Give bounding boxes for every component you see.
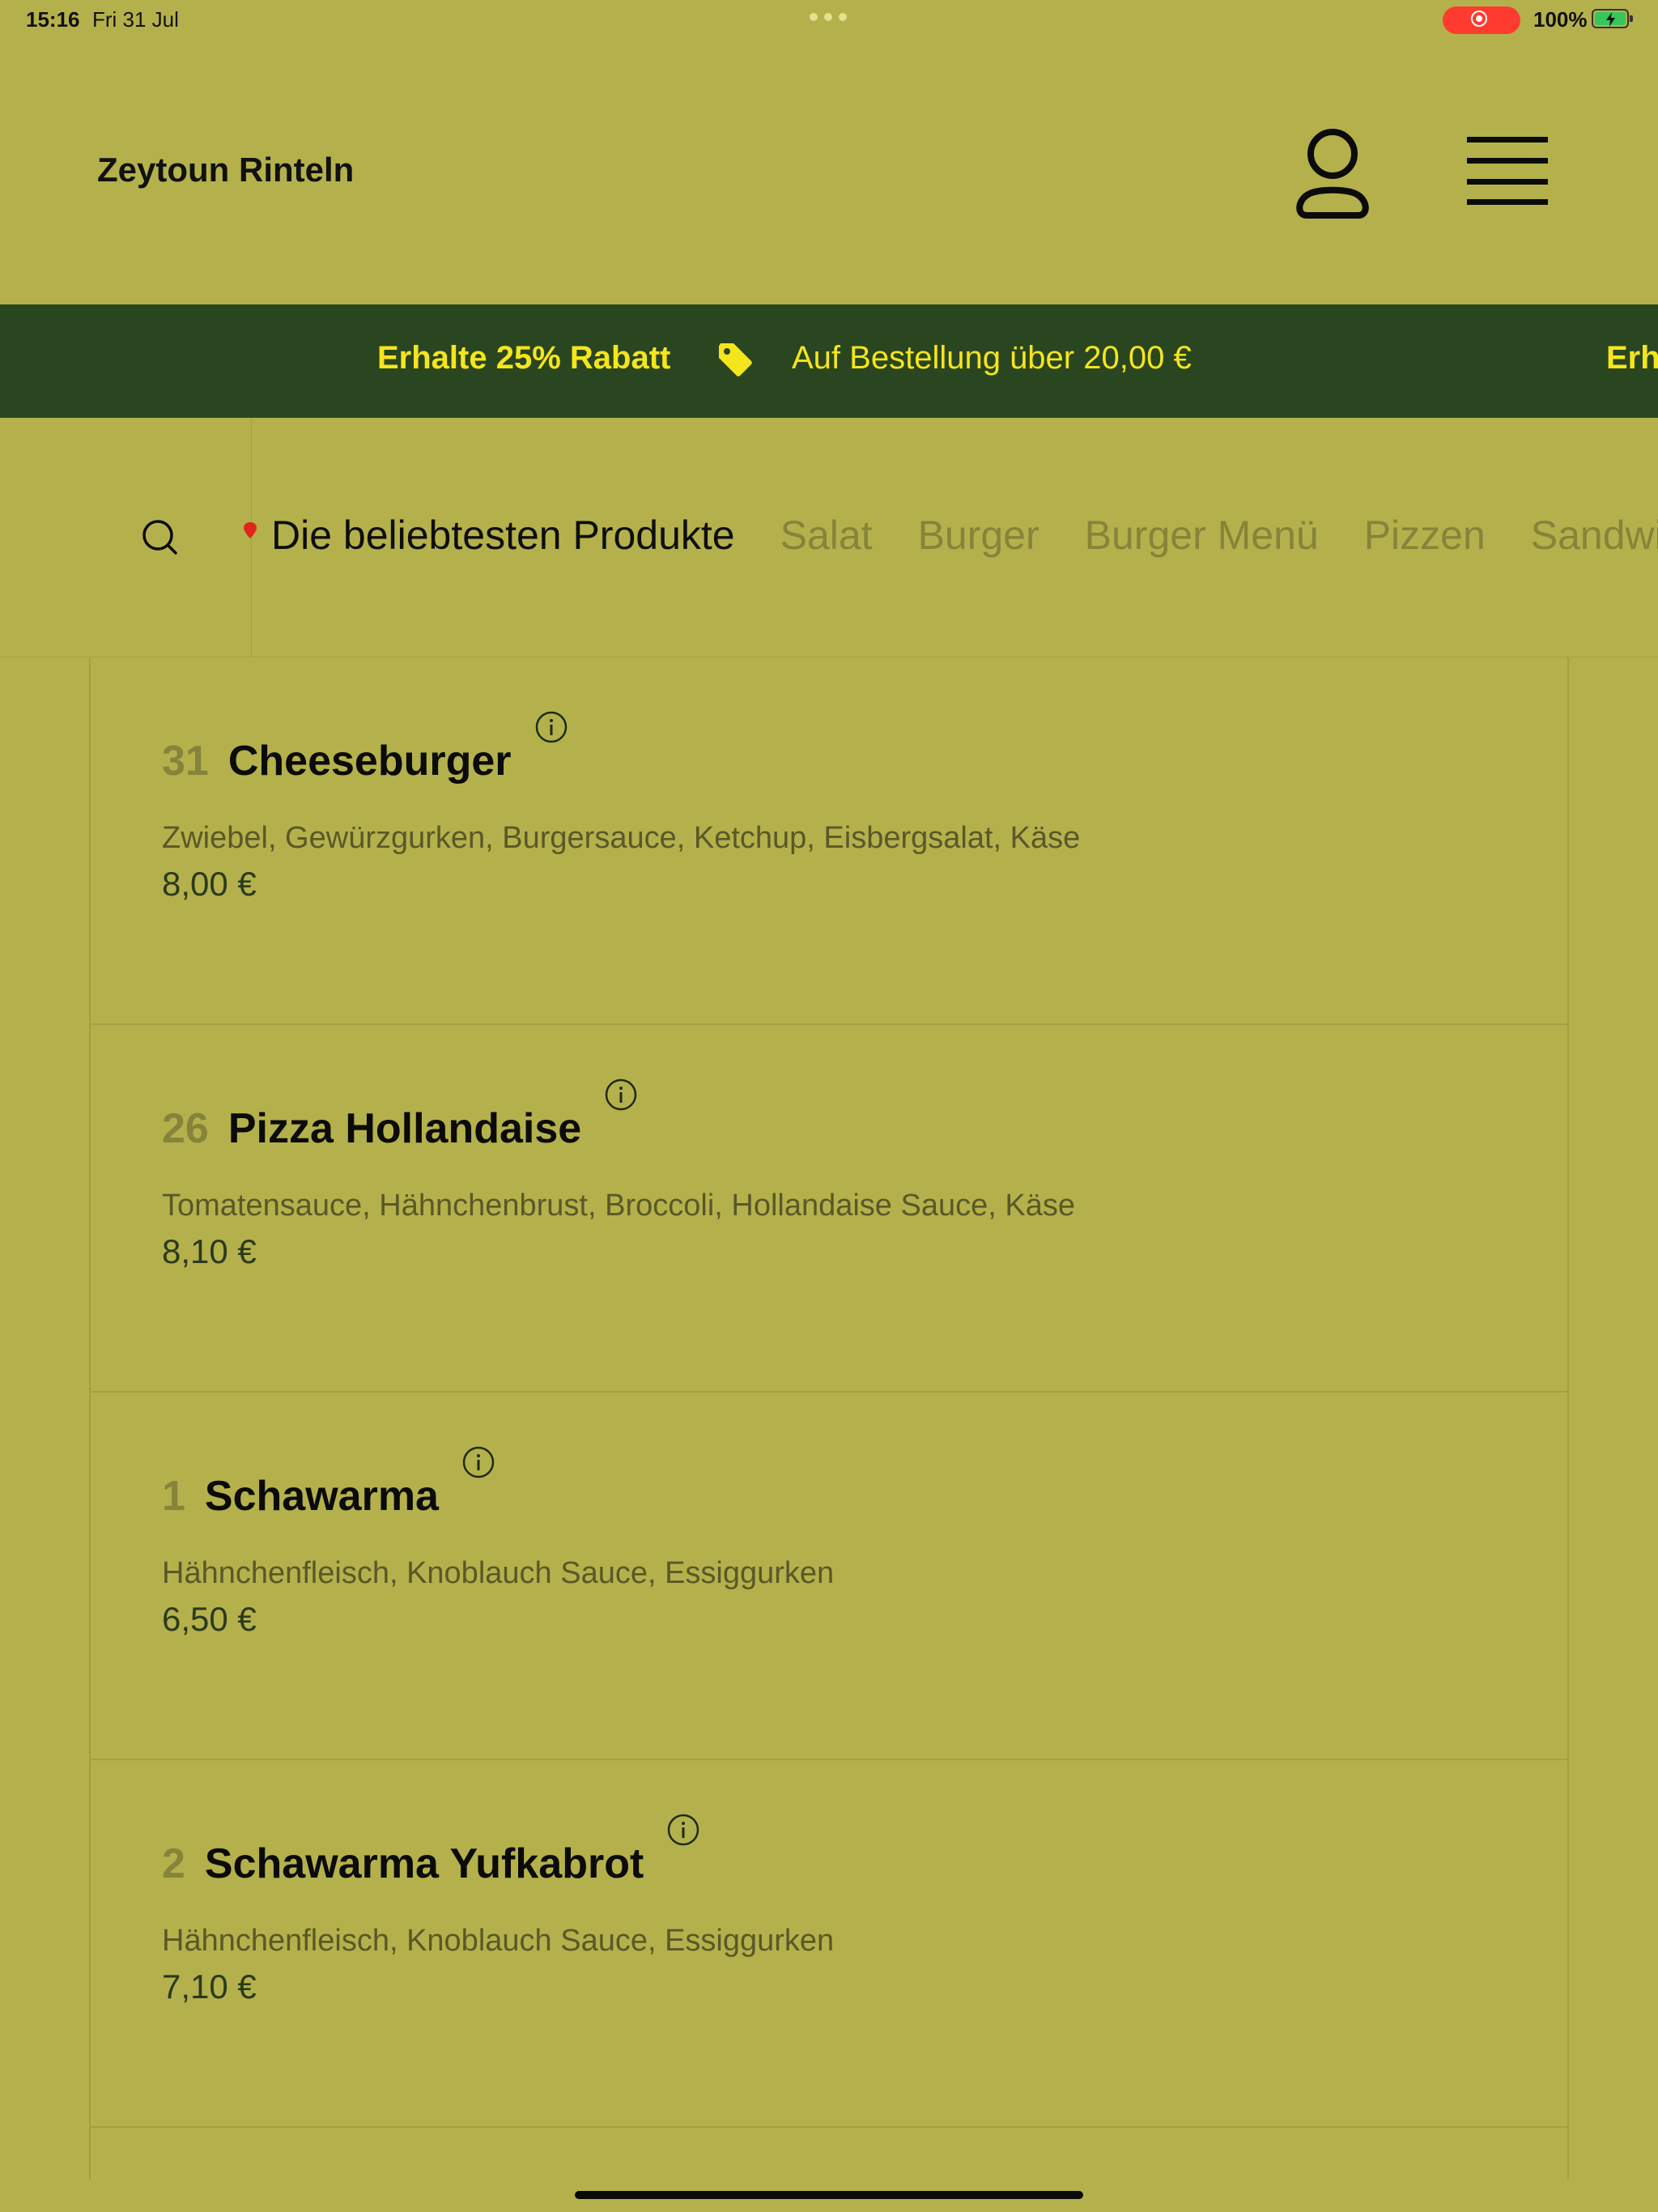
status-bar: 15:16 Fri 31 Jul 100% xyxy=(0,0,1658,39)
promo-text: Auf Bestellung über 20,00 € xyxy=(792,340,1192,376)
battery-icon xyxy=(1592,9,1633,28)
product-name: Schawarma Yufkabrot xyxy=(204,1840,644,1887)
search-icon[interactable] xyxy=(141,518,178,555)
product-item[interactable]: 1 Schawarma Hähnchenfleisch, Knoblauch S… xyxy=(91,1393,1567,1760)
product-description: Hähnchenfleisch, Knoblauch Sauce, Essigg… xyxy=(162,1556,835,1590)
tab-pizzen[interactable]: Pizzen xyxy=(1364,512,1486,559)
product-number: 1 xyxy=(162,1473,185,1520)
tab-burger-menu[interactable]: Burger Menü xyxy=(1085,512,1319,559)
product-name: Pizza Hollandaise xyxy=(227,1105,582,1152)
product-price: 8,00 € xyxy=(162,865,257,903)
product-header: 2 Schawarma Yufkabrot xyxy=(162,1814,700,1888)
brand-name[interactable]: Zeytoun Rinteln xyxy=(97,151,354,189)
info-icon[interactable] xyxy=(461,1445,495,1479)
product-item[interactable]: 31 Cheeseburger Zwiebel, Gewürzgurken, B… xyxy=(91,657,1567,1025)
product-price: 6,50 € xyxy=(162,1600,257,1638)
product-description: Tomatensauce, Hähnchenbrust, Broccoli, H… xyxy=(162,1189,1075,1223)
battery-percent: 100% xyxy=(1533,7,1588,32)
location-pin-icon xyxy=(244,522,257,538)
info-icon[interactable] xyxy=(534,710,568,744)
product-list: 31 Cheeseburger Zwiebel, Gewürzgurken, B… xyxy=(89,657,1569,2180)
status-time: 15:16 xyxy=(26,7,80,32)
status-date: Fri 31 Jul xyxy=(92,7,179,32)
product-price: 8,10 € xyxy=(162,1232,257,1270)
charging-bolt-icon xyxy=(1606,12,1615,27)
product-header: 26 Pizza Hollandaise xyxy=(162,1078,638,1153)
tab-salat[interactable]: Salat xyxy=(780,512,873,559)
info-icon[interactable] xyxy=(666,1813,700,1847)
product-item[interactable]: 2 Schawarma Yufkabrot Hähnchenfleisch, K… xyxy=(91,1760,1567,2128)
multitasking-dots-icon[interactable] xyxy=(810,13,847,21)
info-icon[interactable] xyxy=(604,1078,638,1112)
product-description: Zwiebel, Gewürzgurken, Burgersauce, Ketc… xyxy=(162,821,1081,855)
category-tabs: Die beliebtesten Produkte Salat Burger B… xyxy=(271,512,1658,559)
category-bar: Die beliebtesten Produkte Salat Burger B… xyxy=(0,418,1658,657)
home-indicator[interactable] xyxy=(575,2191,1083,2199)
tab-burger[interactable]: Burger xyxy=(918,512,1039,559)
hamburger-menu-icon[interactable] xyxy=(1467,134,1548,207)
product-item[interactable]: 26 Pizza Hollandaise Tomatensauce, Hähnc… xyxy=(91,1025,1567,1393)
tag-icon xyxy=(719,343,752,376)
promo-title-repeat: Erh xyxy=(1606,340,1658,376)
promo-banner: Erhalte 25% Rabatt Auf Bestellung über 2… xyxy=(0,304,1658,418)
product-number: 2 xyxy=(162,1840,185,1887)
product-name: Schawarma xyxy=(204,1473,439,1520)
product-header: 31 Cheeseburger xyxy=(162,711,568,785)
header: Zeytoun Rinteln xyxy=(0,39,1658,304)
product-number: 26 xyxy=(162,1105,209,1152)
promo-title: Erhalte 25% Rabatt xyxy=(377,340,671,376)
product-price: 7,10 € xyxy=(162,1967,257,2006)
product-description: Hähnchenfleisch, Knoblauch Sauce, Essigg… xyxy=(162,1924,835,1958)
tab-sandwiches[interactable]: Sandwiches xyxy=(1531,512,1658,559)
product-name: Cheeseburger xyxy=(227,738,512,785)
product-number: 31 xyxy=(162,738,209,785)
product-header: 1 Schawarma xyxy=(162,1446,495,1521)
user-icon[interactable] xyxy=(1294,126,1371,220)
tab-popular-products[interactable]: Die beliebtesten Produkte xyxy=(271,512,735,559)
screen-recording-indicator[interactable] xyxy=(1443,6,1520,34)
